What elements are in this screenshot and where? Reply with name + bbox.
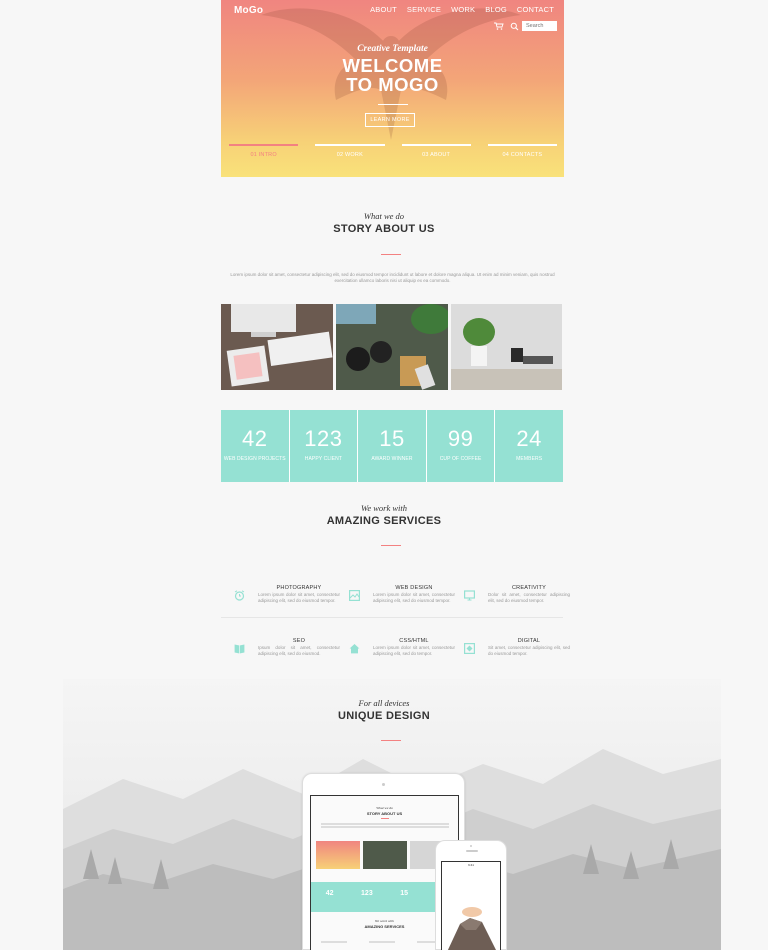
stat-number: 123 [304, 426, 343, 451]
service-title: WEB DESIGN [395, 585, 433, 591]
service-text: Lorem ipsum dolor sit amet, consectetur … [373, 592, 455, 603]
tab-contacts[interactable]: 04 CONTACTS [487, 144, 557, 158]
stat-item: 99 CUP OF COFFEE [425, 410, 495, 482]
hero-title: WELCOME TO MOGO [221, 56, 564, 94]
hero-subtitle: Creative Template [357, 44, 428, 54]
tablet-photo-hero [316, 841, 360, 869]
stat-item: 24 MEMBERS [494, 410, 563, 482]
service-title: CSS/HTML [399, 638, 429, 644]
services-divider [381, 545, 401, 546]
hero-section: MoGo ABOUT SERVICE WORK BLOG CONTACT Cre… [221, 0, 564, 177]
tablet-stat: 15 [400, 890, 409, 897]
hero-title-line2: TO MOGO [346, 74, 439, 95]
service-title: SEO [292, 638, 306, 644]
book-icon [234, 644, 245, 654]
nav-contact[interactable]: CONTACT [517, 5, 554, 14]
stat-label: CUP OF COFFEE [439, 456, 482, 462]
stats-bar: 42 WEB DESIGN PROJECTS 123 HAPPY CLIENT … [221, 410, 563, 482]
story-divider [381, 254, 401, 255]
stat-number: 99 [447, 426, 474, 451]
service-title: DIGITAL [517, 638, 541, 644]
story-script: What we do [363, 211, 405, 221]
unique-divider [381, 740, 401, 741]
nav-about[interactable]: ABOUT [370, 5, 397, 14]
phone-speaker [466, 850, 478, 852]
photo-desk-headphones [336, 304, 448, 390]
stat-label: WEB DESIGN PROJECTS [223, 456, 286, 462]
services-script: We work with [361, 503, 407, 513]
image-icon [349, 590, 360, 601]
service-title: CREATIVITY [512, 585, 546, 591]
services-row-divider [221, 617, 563, 618]
learn-more-button[interactable]: LEARN MORE [365, 113, 415, 127]
site-logo[interactable]: MoGo [234, 5, 263, 16]
tab-about[interactable]: 03 ABOUT [401, 144, 471, 158]
story-title: STORY ABOUT US [333, 223, 435, 235]
tab-intro[interactable]: 01 INTRO [229, 144, 299, 158]
nav-blog[interactable]: BLOG [485, 5, 507, 14]
tablet-service-line [321, 941, 347, 943]
alarm-clock-icon [234, 590, 245, 601]
search-icon[interactable] [510, 22, 519, 31]
tablet-photo-desk [363, 841, 407, 869]
phone-camera [470, 845, 472, 847]
tablet-divider [381, 818, 389, 819]
main-nav: ABOUT SERVICE WORK BLOG CONTACT [370, 5, 554, 14]
nav-service[interactable]: SERVICE [407, 5, 441, 14]
stat-number: 42 [242, 426, 268, 451]
search-input[interactable] [522, 21, 557, 31]
service-title: PHOTOGRAPHY [276, 585, 322, 591]
tablet-service-line [369, 941, 395, 943]
phone-screen-image [447, 907, 496, 950]
story-text: Lorem ipsum dolor sit amet, consectetur … [230, 272, 555, 283]
tablet-title: STORY ABOUT US [366, 811, 403, 816]
hero-divider [378, 104, 408, 105]
photo-desk-imac [221, 304, 333, 390]
tab-work[interactable]: 02 WORK [315, 144, 385, 158]
service-text: Sit amet, consectetur adipiscing elit, s… [488, 645, 570, 656]
stat-label: AWARD WINNER [371, 456, 413, 462]
tablet-text-line [321, 823, 449, 825]
stat-item: 42 WEB DESIGN PROJECTS [221, 410, 289, 482]
phone-screen: 9:41 [441, 861, 501, 950]
nav-work[interactable]: WORK [451, 5, 475, 14]
tablet-text-line [321, 826, 449, 828]
stat-number: 24 [516, 426, 542, 451]
service-text: Dolor sit amet, consectetur adipiscing e… [488, 592, 570, 603]
service-text: Ipsum dolor sit amet, consectetur adipis… [258, 645, 340, 656]
service-text: Lorem ipsum dolor sit amet, consectetur … [258, 592, 340, 603]
photo-desk-plant [451, 304, 562, 390]
stat-item: 123 HAPPY CLIENT [288, 410, 358, 482]
home-icon [349, 644, 360, 654]
hero-title-line1: WELCOME [342, 55, 443, 76]
stat-item: 15 AWARD WINNER [357, 410, 426, 482]
services-title: AMAZING SERVICES [326, 515, 442, 527]
monitor-icon [464, 590, 475, 601]
hero-tabs: 01 INTRO 02 WORK 03 ABOUT 04 CONTACTS [229, 144, 557, 158]
unique-script: For all devices [358, 698, 410, 708]
service-text: Lorem ipsum dolor sit amet, consectetur … [373, 645, 455, 656]
stat-number: 15 [379, 426, 405, 451]
cart-icon[interactable] [494, 22, 504, 30]
tablet-camera [382, 783, 385, 786]
tablet-stat: 123 [361, 890, 373, 897]
stat-label: HAPPY CLIENT [304, 456, 342, 462]
frame-icon [464, 643, 475, 654]
tablet-stat: 42 [325, 890, 334, 897]
phone-mockup: 9:41 [435, 840, 507, 950]
unique-title: UNIQUE DESIGN [338, 710, 430, 722]
tablet-script: What we do [376, 806, 393, 810]
stat-label: MEMBERS [516, 456, 543, 462]
